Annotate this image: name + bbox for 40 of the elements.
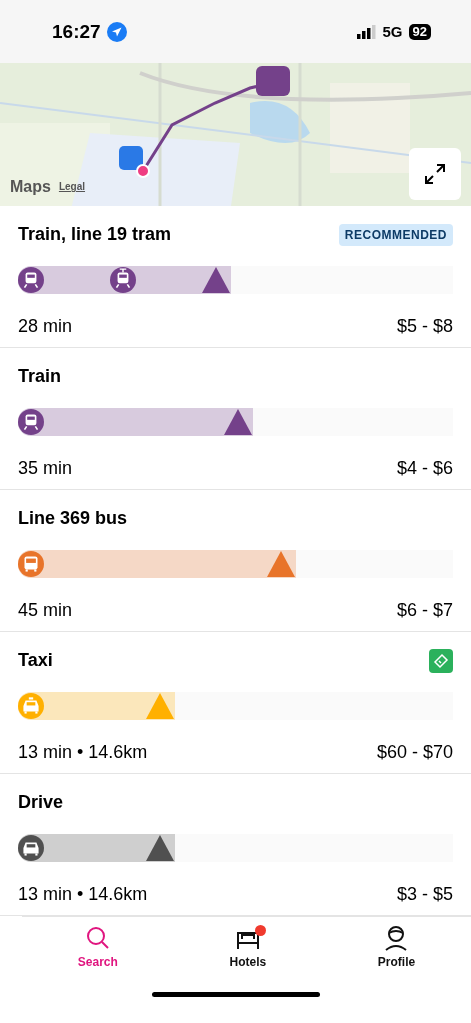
maps-attribution: Maps bbox=[10, 177, 51, 196]
route-price: $6 - $7 bbox=[396, 599, 453, 621]
route-price: $4 - $6 bbox=[396, 457, 453, 479]
route-card[interactable]: Train, line 19 tram RECOMMENDED 28 min $5 - $8 bbox=[0, 205, 471, 348]
route-price: $3 - $5 bbox=[396, 883, 453, 905]
route-card[interactable]: Train 35 min $4 - $6 bbox=[0, 347, 471, 490]
network-type: 5G bbox=[382, 23, 403, 41]
route-title: Taxi bbox=[18, 650, 53, 671]
clock-time: 16:27 bbox=[52, 20, 101, 43]
taxi-icon bbox=[18, 692, 44, 719]
profile-tab[interactable]: Profile bbox=[369, 924, 424, 992]
bus-icon bbox=[18, 550, 44, 577]
search-icon bbox=[84, 924, 111, 951]
tram-icon bbox=[109, 266, 136, 293]
route-card[interactable]: Taxi 13 min • 14.6km $60 - $70 bbox=[0, 631, 471, 774]
route-card[interactable]: Drive 13 min • 14.6km $3 - $5 bbox=[0, 773, 471, 916]
ticket-icon bbox=[429, 648, 453, 673]
route-title: Line 369 bus bbox=[18, 508, 128, 529]
legal-link[interactable]: Legal bbox=[58, 181, 86, 192]
recommended-tag: RECOMMENDED bbox=[338, 223, 453, 246]
route-duration: 13 min • 14.6km bbox=[18, 883, 148, 905]
train-icon bbox=[18, 266, 44, 293]
route-duration: 28 min bbox=[18, 315, 73, 337]
route-price: $60 - $70 bbox=[376, 741, 453, 763]
expand-icon bbox=[423, 161, 447, 186]
route-duration: 35 min bbox=[18, 457, 73, 479]
route-duration: 13 min • 14.6km bbox=[18, 741, 148, 763]
route-card[interactable]: Line 369 bus 45 min $6 - $7 bbox=[0, 489, 471, 632]
route-title: Train bbox=[18, 366, 61, 387]
battery-level: 92 bbox=[408, 23, 431, 40]
train-icon bbox=[18, 408, 44, 435]
search-tab[interactable]: Search bbox=[69, 924, 126, 992]
route-title: Drive bbox=[18, 792, 64, 813]
route-duration: 45 min bbox=[18, 599, 73, 621]
expand-map-button[interactable] bbox=[409, 147, 461, 200]
car-icon bbox=[18, 834, 44, 861]
route-title: Train, line 19 tram bbox=[18, 224, 172, 245]
route-price: $5 - $8 bbox=[396, 315, 453, 337]
hotels-tab[interactable]: Hotels bbox=[221, 924, 275, 992]
signal-icon bbox=[356, 24, 377, 39]
